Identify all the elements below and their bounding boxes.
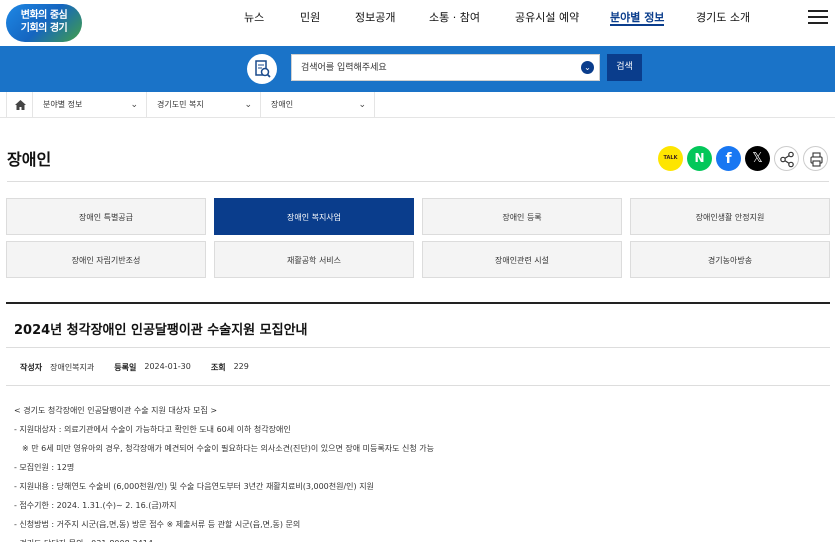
body-line: - 경기도 담당자 문의 : 031-8008-2414 <box>14 534 824 542</box>
date-label: 등록일 <box>114 363 137 372</box>
hamburger-icon[interactable] <box>808 10 828 24</box>
print-icon[interactable] <box>803 146 828 171</box>
search-input[interactable] <box>292 55 572 80</box>
nav-facility-reservation[interactable]: 공유시설 예약 <box>515 0 579 36</box>
chevron-down-icon: ⌄ <box>358 100 366 110</box>
x-share-icon[interactable]: 𝕏 <box>745 146 770 171</box>
breadcrumb-welfare[interactable]: 경기도민 복지 ⌄ <box>147 92 261 118</box>
search-field: ⌄ <box>291 54 600 81</box>
article-meta: 작성자 장애인복지과 등록일 2024-01-30 조회 229 <box>20 362 269 373</box>
submenu-rehab-engineering[interactable]: 재활공학 서비스 <box>214 241 414 278</box>
submenu-special-supply[interactable]: 장애인 특별공급 <box>6 198 206 235</box>
nav-civil-complaint[interactable]: 민원 <box>300 0 320 36</box>
submenu-living-support[interactable]: 장애인생활 안정지원 <box>630 198 830 235</box>
submenu-welfare-programs[interactable]: 장애인 복지사업 <box>214 198 414 235</box>
site-header: 변화의 중심 기회의 경기 뉴스 민원 정보공개 소통 · 참여 공유시설 예약… <box>0 0 835 46</box>
naver-share-icon[interactable]: N <box>687 146 712 171</box>
article-body: < 경기도 청각장애인 인공달팽이관 수술 지원 대상자 모집 > - 지원대상… <box>14 401 824 542</box>
home-icon[interactable] <box>6 92 33 118</box>
page-title: 장애인 <box>7 150 52 169</box>
logo-line-1: 변화의 중심 <box>20 10 68 21</box>
nav-info-disclosure[interactable]: 정보공개 <box>355 0 395 36</box>
breadcrumb: 분야별 정보 ⌄ 경기도민 복지 ⌄ 장애인 ⌄ <box>0 92 835 118</box>
submenu-registration[interactable]: 장애인 등록 <box>422 198 622 235</box>
kakao-talk-share-icon[interactable]: TALK <box>658 146 683 171</box>
search-button[interactable]: 검색 <box>607 54 642 81</box>
divider <box>6 302 830 304</box>
breadcrumb-label: 경기도민 복지 <box>157 100 204 109</box>
body-line: < 경기도 청각장애인 인공달팽이관 수술 지원 대상자 모집 > <box>14 406 218 415</box>
body-line: - 모집인원 : 12명 <box>14 463 75 472</box>
author-label: 작성자 <box>20 363 43 372</box>
divider <box>6 347 830 348</box>
chevron-down-icon[interactable]: ⌄ <box>581 61 594 74</box>
chevron-down-icon: ⌄ <box>130 100 138 110</box>
submenu-independence[interactable]: 장애인 자립기반조성 <box>6 241 206 278</box>
views-value: 229 <box>233 362 249 371</box>
views-label: 조회 <box>210 363 226 372</box>
nav-news[interactable]: 뉴스 <box>244 0 264 36</box>
body-line: ※ 만 6세 미만 영유아의 경우, 청각장애가 예견되어 수술이 필요하다는 … <box>22 444 434 453</box>
breadcrumb-label: 분야별 정보 <box>43 100 83 109</box>
divider <box>7 181 829 182</box>
nav-communication[interactable]: 소통 · 참여 <box>429 0 480 36</box>
author-value: 장애인복지과 <box>50 363 95 372</box>
nav-about-gyeonggi[interactable]: 경기도 소개 <box>696 0 750 36</box>
nav-field-info[interactable]: 분야별 정보 <box>610 0 665 26</box>
document-search-icon <box>247 54 277 84</box>
gyeonggi-logo[interactable]: 변화의 중심 기회의 경기 <box>6 4 82 42</box>
submenu-deaf-broadcast[interactable]: 경기농아방송 <box>630 241 830 278</box>
breadcrumb-label: 장애인 <box>271 100 294 109</box>
body-line: - 접수기한 : 2024. 1.31.(수)~ 2. 16.(금)까지 <box>14 501 177 510</box>
date-value: 2024-01-30 <box>144 362 191 371</box>
search-band: ⌄ 검색 <box>0 46 835 92</box>
article-title: 2024년 청각장애인 인공달팽이관 수술지원 모집안내 <box>14 323 308 338</box>
chevron-down-icon: ⌄ <box>244 100 252 110</box>
divider <box>6 385 830 386</box>
submenu-facilities[interactable]: 장애인관련 시설 <box>422 241 622 278</box>
share-icon[interactable] <box>774 146 799 171</box>
body-line: - 신청방법 : 거주지 시군(읍,면,동) 방문 접수 ※ 제출서류 등 관할… <box>14 520 301 529</box>
breadcrumb-field-info[interactable]: 분야별 정보 ⌄ <box>33 92 147 118</box>
breadcrumb-disabled[interactable]: 장애인 ⌄ <box>261 92 375 118</box>
body-line: - 지원대상자 : 의료기관에서 수술이 가능하다고 확인한 도내 60세 이하… <box>14 425 291 434</box>
logo-line-2: 기회의 경기 <box>20 23 68 34</box>
body-line: - 지원내용 : 당해연도 수술비 (6,000천원/인) 및 수술 다음연도부… <box>14 482 374 491</box>
facebook-share-icon[interactable]: f <box>716 146 741 171</box>
